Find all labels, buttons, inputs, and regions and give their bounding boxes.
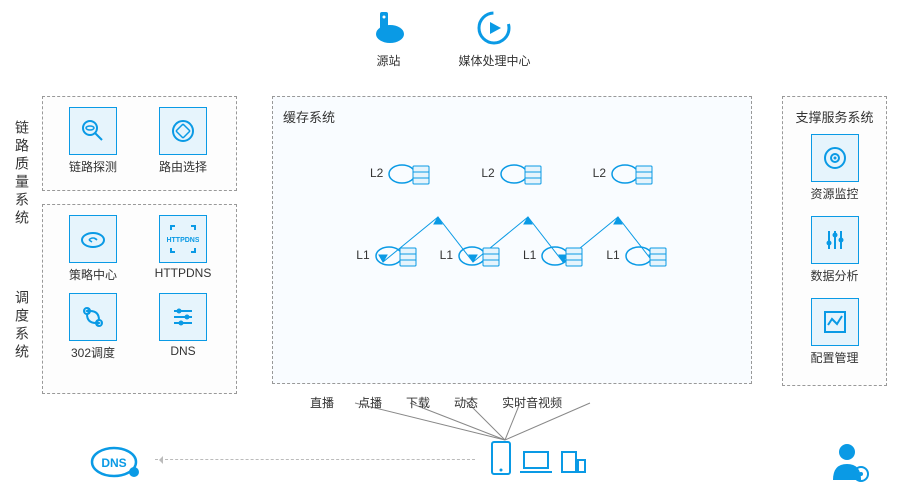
services-row: 直播 点播 下载 动态 实时音视频 [310,390,562,411]
dns-to-client-arrow [155,459,475,460]
cache-system-group: 缓存系统 L2 L2 L2 L1 L1 L1 L1 [272,96,752,384]
operator-icon [829,440,869,482]
media-center-node: 媒体处理中心 [458,8,530,69]
media-center-icon [474,8,514,48]
l1-node: L1 [523,238,584,272]
link-quality-group: 链路探测 路由选择 [42,96,237,191]
302-icon [69,293,117,341]
service-rtc: 实时音视频 [502,390,562,411]
svg-text:DNS: DNS [101,456,126,470]
dns-card: DNS [143,293,223,361]
httpdns-icon: HTTPDNS [159,215,207,263]
l1-node: L1 [440,238,501,272]
l2-node: L2 [481,156,542,190]
monitor-label: 资源监控 [795,185,875,202]
link-probe-card: 链路探测 [53,107,133,175]
l2-node: L2 [370,156,431,190]
analytics-label: 数据分析 [795,267,875,284]
config-card: 配置管理 [795,298,875,366]
dns-cloud-icon: DNS [90,440,142,482]
service-vod: 点播 [358,390,382,411]
scheduling-title: 调度系统 [12,290,32,362]
service-download: 下载 [406,390,430,411]
httpdns-label: HTTPDNS [143,266,223,280]
monitor-card: 资源监控 [795,134,875,202]
origin-icon [368,8,408,48]
svg-text:HTTPDNS: HTTPDNS [167,237,199,244]
cache-title: 缓存系统 [283,107,741,126]
origin-node: 源站 [368,8,408,69]
probe-icon [69,107,117,155]
monitor-icon [811,134,859,182]
dns-bottom-node: DNS [90,440,142,482]
302-card: 302调度 [53,293,133,361]
config-icon [811,298,859,346]
client-devices [490,440,586,476]
policy-icon [69,215,117,263]
route-icon [159,107,207,155]
server-cloud-icon [610,156,654,190]
server-cloud-icon [374,238,418,272]
analytics-card: 数据分析 [795,216,875,284]
server-cloud-icon [387,156,431,190]
httpdns-card: HTTPDNS HTTPDNS [143,215,223,283]
dns-label: DNS [143,344,223,358]
l1-node: L1 [606,238,667,272]
service-dynamic: 动态 [454,390,478,411]
dns-sliders-icon [159,293,207,341]
origin-label: 源站 [368,52,408,69]
server-cloud-icon [457,238,501,272]
link-probe-label: 链路探测 [53,158,133,175]
support-system-group: 支撑服务系统 资源监控 数据分析 配置管理 [782,96,887,386]
route-select-label: 路由选择 [143,158,223,175]
server-cloud-icon [624,238,668,272]
l2-node: L2 [593,156,654,190]
route-select-card: 路由选择 [143,107,223,175]
service-live: 直播 [310,390,334,411]
server-cloud-icon [540,238,584,272]
scheduling-group: 策略中心 HTTPDNS HTTPDNS 302调度 DNS [42,204,237,394]
support-title: 支撑服务系统 [793,107,876,126]
laptop-icon [520,450,552,476]
config-label: 配置管理 [795,349,875,366]
media-center-label: 媒体处理中心 [458,52,530,69]
desktop-icon [560,450,586,476]
server-cloud-icon [499,156,543,190]
302-label: 302调度 [53,344,133,361]
link-quality-title: 链路质量系统 [12,120,32,228]
l1-node: L1 [356,238,417,272]
policy-card: 策略中心 [53,215,133,283]
policy-label: 策略中心 [53,266,133,283]
phone-icon [490,440,512,476]
analytics-icon [811,216,859,264]
